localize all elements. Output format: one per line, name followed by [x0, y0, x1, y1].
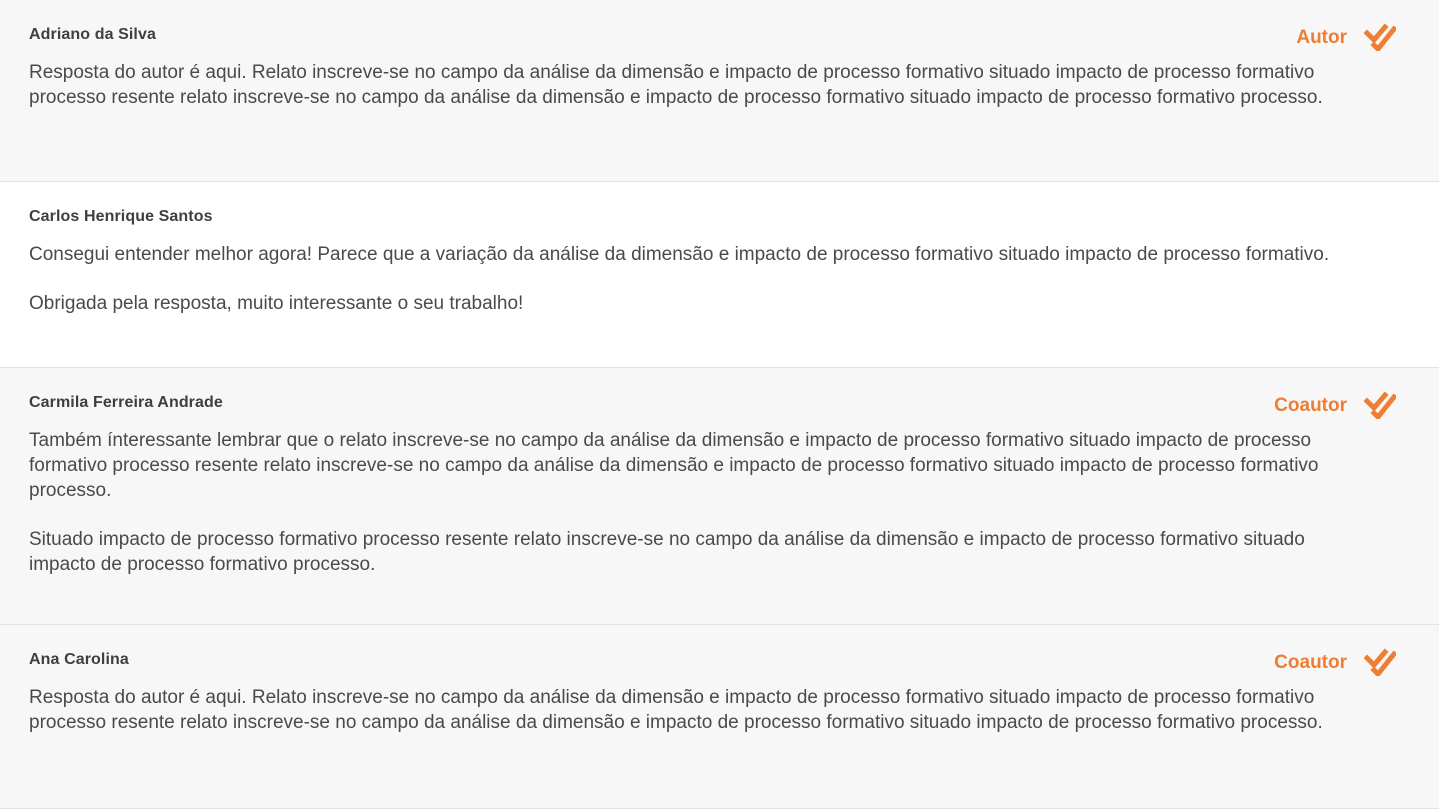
- comment-body: Resposta do autor é aqui. Relato inscrev…: [29, 60, 1359, 110]
- comment-paragraph: Resposta do autor é aqui. Relato inscrev…: [29, 62, 1323, 108]
- comment-paragraph: Consegui entender melhor agora! Parece q…: [29, 244, 1330, 265]
- comment-author: Carlos Henrique Santos: [29, 208, 213, 225]
- double-check-icon: [1364, 391, 1396, 419]
- author-role-badge: Autor: [1296, 27, 1347, 48]
- comment-body: Consegui entender melhor agora! Parece q…: [29, 242, 1359, 316]
- double-check-icon: [1364, 648, 1396, 676]
- comment-paragraph: Situado impacto de processo formativo pr…: [29, 529, 1305, 575]
- comment-author: Carmila Ferreira Andrade: [29, 394, 223, 411]
- comment-body: Resposta do autor é aqui. Relato inscrev…: [29, 685, 1359, 735]
- comment-item: Ana Carolina Coautor Resposta do autor é…: [0, 625, 1439, 809]
- comment-author: Ana Carolina: [29, 651, 129, 668]
- comment-thread: Adriano da Silva Autor Resposta do autor…: [0, 0, 1439, 809]
- comment-item: Adriano da Silva Autor Resposta do autor…: [0, 0, 1439, 182]
- comment-paragraph: Obrigada pela resposta, muito interessan…: [29, 293, 524, 314]
- comment-paragraph: Também ínteressante lembrar que o relato…: [29, 430, 1319, 501]
- author-role-badge: Coautor: [1274, 395, 1347, 416]
- comment-item: Carlos Henrique Santos Consegui entender…: [0, 182, 1439, 368]
- comment-author: Adriano da Silva: [29, 26, 156, 43]
- comment-body: Também ínteressante lembrar que o relato…: [29, 428, 1359, 577]
- comment-paragraph: Resposta do autor é aqui. Relato inscrev…: [29, 687, 1323, 733]
- comment-item: Carmila Ferreira Andrade Coautor Também …: [0, 368, 1439, 625]
- author-role-badge: Coautor: [1274, 652, 1347, 673]
- double-check-icon: [1364, 23, 1396, 51]
